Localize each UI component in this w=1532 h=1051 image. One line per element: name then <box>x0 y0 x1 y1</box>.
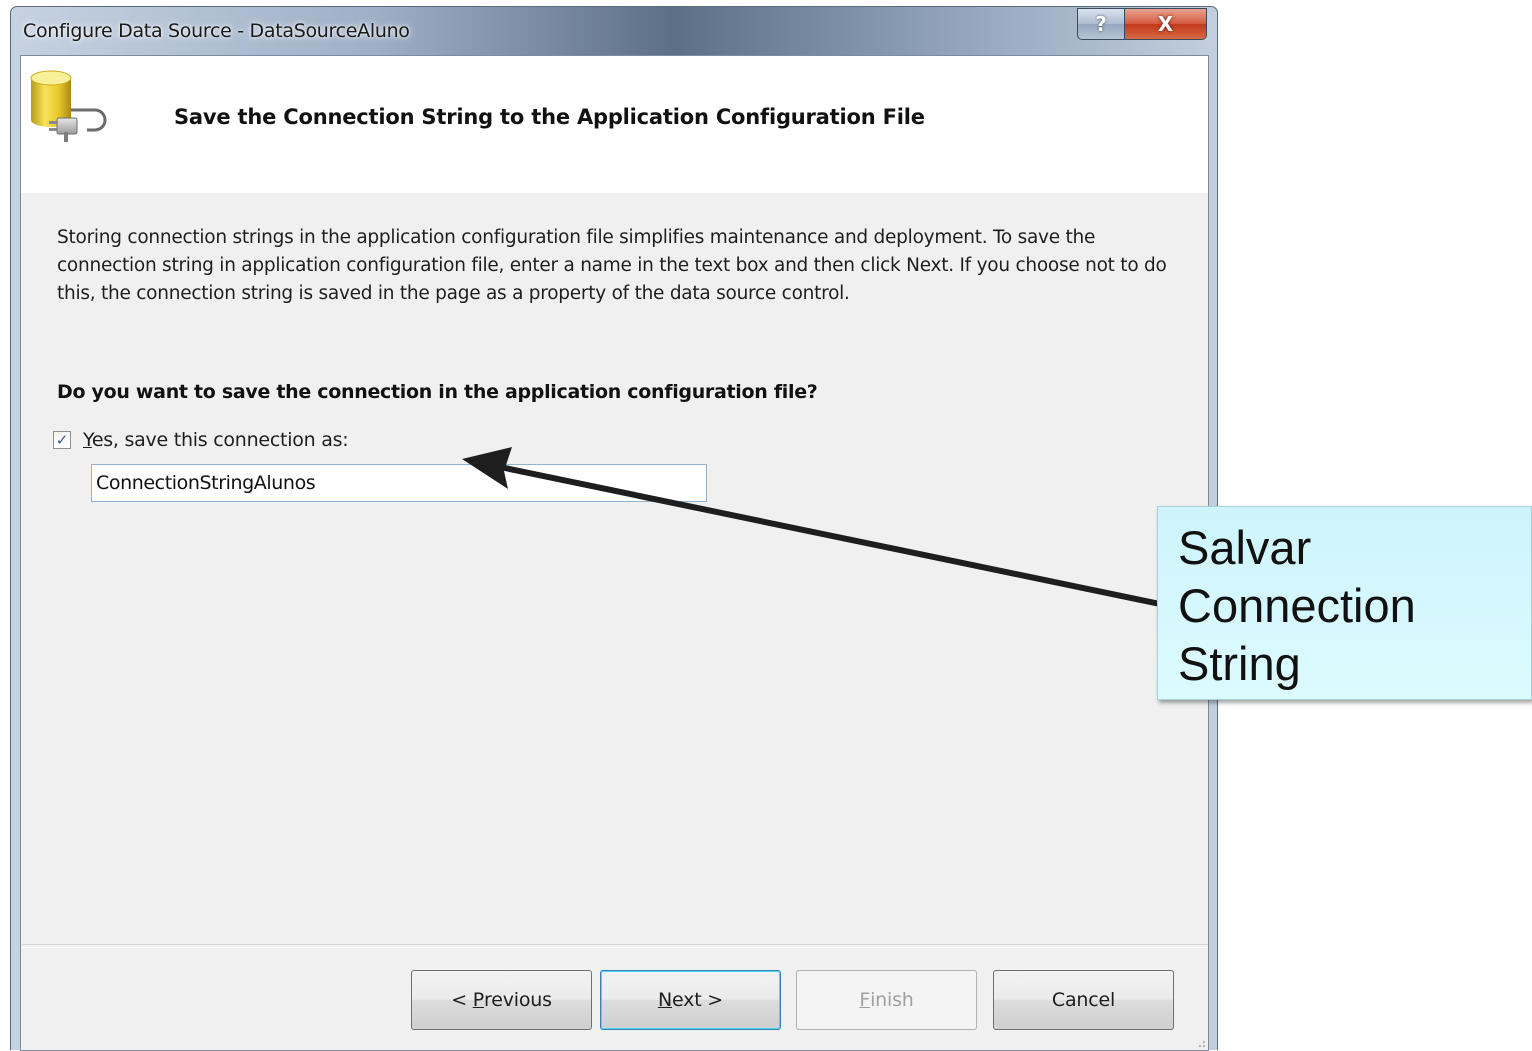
database-plug-icon <box>30 70 107 142</box>
callout-line-1: Salvar <box>1178 521 1312 574</box>
callout-line-2: Connection <box>1178 579 1416 632</box>
cancel-label: Cancel <box>1051 989 1116 1011</box>
save-connection-option[interactable]: ✓ Yes, save this connection as: <box>53 429 349 451</box>
checkmark-icon: ✓ <box>55 430 69 449</box>
connection-name-input[interactable] <box>91 464 707 502</box>
window-title: Configure Data Source - DataSourceAluno <box>23 20 410 42</box>
next-label: ext > <box>672 989 724 1011</box>
wizard-client-area: Save the Connection String to the Applic… <box>20 55 1209 1051</box>
next-mnemonic: N <box>657 989 672 1011</box>
page-title: Save the Connection String to the Applic… <box>174 105 925 129</box>
close-button[interactable]: X <box>1125 8 1207 40</box>
previous-mnemonic: P <box>472 989 485 1011</box>
save-connection-checkbox[interactable]: ✓ <box>53 431 71 449</box>
resize-grip-icon[interactable] <box>1194 1036 1206 1048</box>
previous-button[interactable]: < Previous <box>411 970 592 1030</box>
cancel-button[interactable]: Cancel <box>993 970 1174 1030</box>
caption-buttons: ? X <box>1077 8 1207 40</box>
annotation-callout: Salvar Connection String <box>1157 506 1532 700</box>
button-area-divider <box>21 944 1208 948</box>
wizard-header: Save the Connection String to the Applic… <box>21 56 1208 193</box>
close-icon: X <box>1157 12 1174 36</box>
finish-mnemonic: F <box>859 989 871 1011</box>
save-connection-mnemonic: Y <box>83 429 92 451</box>
save-connection-label[interactable]: Yes, save this connection as: <box>83 429 349 451</box>
save-question: Do you want to save the connection in th… <box>57 381 818 403</box>
title-bar[interactable]: Configure Data Source - DataSourceAluno … <box>11 7 1217 57</box>
next-button[interactable]: Next > <box>600 970 781 1030</box>
help-icon: ? <box>1095 12 1107 36</box>
dialog-window: Configure Data Source - DataSourceAluno … <box>10 6 1218 1051</box>
callout-line-3: String <box>1178 637 1301 690</box>
finish-label: inish <box>870 989 914 1011</box>
save-connection-label-text: es, save this connection as: <box>91 429 349 451</box>
previous-prefix: < <box>451 989 473 1011</box>
finish-button[interactable]: Finish <box>796 970 977 1030</box>
description-text: Storing connection strings in the applic… <box>57 227 1167 304</box>
help-button[interactable]: ? <box>1077 8 1125 40</box>
previous-label: revious <box>484 989 552 1011</box>
